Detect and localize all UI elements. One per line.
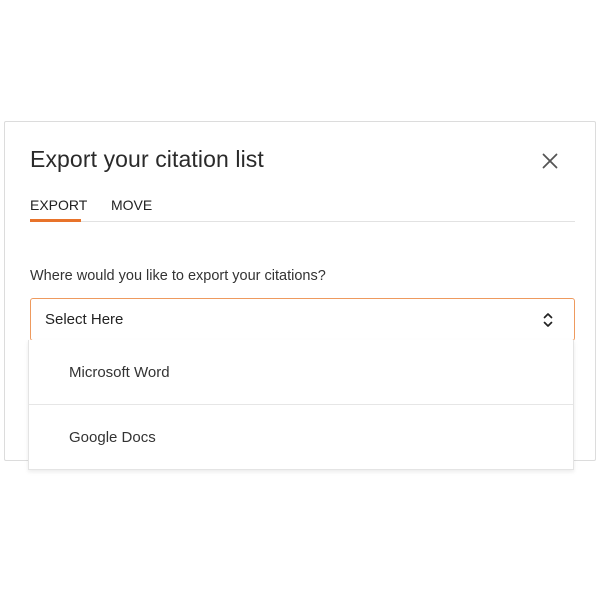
select-value: Select Here — [45, 311, 124, 328]
modal-title: Export your citation list — [30, 146, 264, 172]
export-destination-label: Where would you like to export your cita… — [30, 268, 326, 284]
chevron-up-down-icon — [543, 313, 553, 327]
tab-bar: EXPORT MOVE — [30, 197, 575, 222]
close-icon — [542, 153, 558, 169]
close-button[interactable] — [538, 149, 562, 173]
export-destination-dropdown: Microsoft Word Google Docs — [28, 340, 574, 470]
active-tab-indicator — [30, 219, 81, 222]
option-microsoft-word[interactable]: Microsoft Word — [29, 340, 573, 405]
page: Export your citation list EXPORT MOVE Wh… — [0, 0, 600, 598]
export-destination-select[interactable]: Select Here — [30, 298, 575, 341]
option-google-docs[interactable]: Google Docs — [29, 405, 573, 470]
tab-move[interactable]: MOVE — [111, 197, 152, 222]
option-label: Google Docs — [69, 429, 156, 446]
option-label: Microsoft Word — [69, 364, 170, 381]
